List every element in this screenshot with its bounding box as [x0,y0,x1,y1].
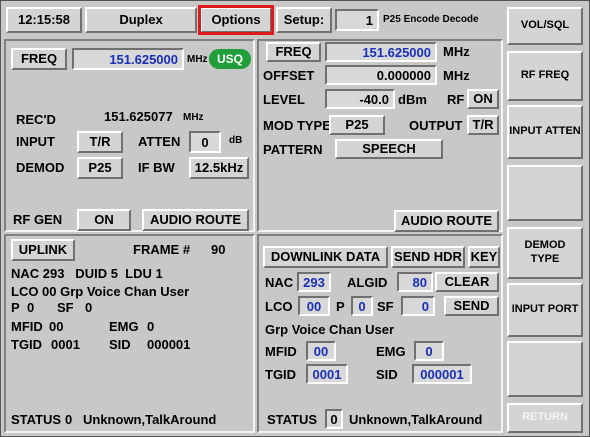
dl-algid-field[interactable]: 80 [397,272,433,292]
dl-lco-desc: Grp Voice Chan User [265,322,395,337]
dl-status-text: Unknown,TalkAround [349,412,483,427]
uplink-tgid-label: TGID [11,337,43,352]
uplink-mfid-value: 00 [49,319,64,334]
uplink-sf-label: SF [57,300,74,315]
uplink-mfid-label: MFID [11,319,43,334]
dl-sid-label: SID [376,367,398,382]
atten-label: ATTEN [138,134,181,149]
uplink-status-label: STATUS [11,412,62,427]
return-button[interactable]: RETURN [507,403,583,433]
rx-freq-field[interactable]: 151.625000 [72,48,184,70]
input-label: INPUT [16,134,55,149]
setup-description: P25 Encode Decode [383,14,479,25]
duplex-mode-button[interactable]: Duplex [85,7,197,33]
uplink-p-value: 0 [27,300,35,315]
ifbw-label: IF BW [138,160,175,175]
instrument-screen: 12:15:58 Duplex Options Setup: 1 P25 Enc… [0,0,590,437]
ifbw-select-button[interactable]: 12.5kHz [189,157,249,179]
level-unit: dBm [398,92,427,107]
pattern-select-button[interactable]: SPEECH [335,139,443,159]
setup-label: Setup: [276,7,332,33]
send-hdr-button[interactable]: SEND HDR [391,246,465,268]
offset-field[interactable]: 0.000000 [325,65,437,85]
level-field[interactable]: -40.0 [325,89,395,109]
recd-value: 151.625077 [104,109,173,124]
setup-number-field[interactable]: 1 [335,9,379,31]
input-port-button[interactable]: INPUT PORT [507,283,583,337]
gen-freq-button[interactable]: FREQ [266,42,321,62]
rfgen-label: RF GEN [13,212,63,227]
modtype-label: MOD TYPE [263,118,331,133]
options-button[interactable]: Options [198,5,274,35]
dl-nac-field[interactable]: 293 [297,272,331,292]
demod-select-button[interactable]: P25 [77,157,123,179]
rf-freq-button[interactable]: RF FREQ [507,51,583,101]
send-button[interactable]: SEND [444,296,499,316]
input-select-button[interactable]: T/R [77,131,123,153]
gen-freq-field[interactable]: 151.625000 [325,42,437,62]
input-atten-button[interactable]: INPUT ATTEN [507,105,583,159]
uplink-button[interactable]: UPLINK [11,239,75,261]
uplink-tgid-value: 0001 [51,337,80,352]
offset-unit: MHz [443,68,470,83]
vol-sql-button[interactable]: VOL/SQL [507,7,583,45]
dl-status-label: STATUS [267,412,318,427]
rf-label: RF [447,92,465,107]
atten-unit: dB [229,135,243,146]
dl-p-field[interactable]: 0 [351,296,373,316]
output-select-button[interactable]: T/R [467,115,499,135]
dl-mfid-field[interactable]: 00 [306,341,336,361]
gen-audio-route-button[interactable]: AUDIO ROUTE [394,210,499,232]
uplink-status-value: 0 [65,412,73,427]
time-display: 12:15:58 [6,7,82,33]
dl-lco-field[interactable]: 00 [298,296,330,316]
dl-sf-field[interactable]: 0 [401,296,435,316]
modtype-select-button[interactable]: P25 [329,115,385,135]
blank-softkey-2[interactable] [507,341,583,397]
output-label: OUTPUT [409,118,463,133]
dl-lco-label: LCO [265,299,293,314]
uplink-status-text: Unknown,TalkAround [83,412,217,427]
dl-mfid-label: MFID [265,344,297,359]
rx-freq-button[interactable]: FREQ [11,48,67,70]
uplink-sid-label: SID [109,337,131,352]
downlink-data-button[interactable]: DOWNLINK DATA [263,246,388,268]
key-button[interactable]: KEY [468,246,500,268]
uplink-lco-line: LCO 00 Grp Voice Chan User [11,284,190,299]
dl-emg-label: EMG [376,344,406,359]
recd-label: REC'D [16,112,56,127]
uplink-p-label: P [11,300,20,315]
rf-toggle-button[interactable]: ON [467,89,499,109]
demod-label: DEMOD [16,160,65,175]
blank-softkey-1[interactable] [507,165,583,221]
dl-sid-field[interactable]: 000001 [412,364,472,384]
uplink-emg-value: 0 [147,319,155,334]
dl-nac-label: NAC [265,275,294,290]
atten-field[interactable]: 0 [189,131,221,153]
dl-tgid-field[interactable]: 0001 [306,364,348,384]
dl-algid-label: ALGID [347,275,388,290]
squelch-status-badge: USQ [209,49,251,69]
gen-freq-unit: MHz [443,44,470,59]
uplink-emg-label: EMG [109,319,139,334]
demod-type-button[interactable]: DEMOD TYPE [507,227,583,279]
rfgen-toggle-button[interactable]: ON [77,209,131,231]
pattern-label: PATTERN [263,142,323,157]
frame-label: FRAME # [133,242,191,257]
level-label: LEVEL [263,92,305,107]
dl-status-field[interactable]: 0 [325,409,343,429]
uplink-nac-line: NAC 293 DUID 5 LDU 1 [11,266,163,281]
uplink-sid-value: 000001 [147,337,191,352]
clear-button[interactable]: CLEAR [435,272,499,292]
dl-emg-field[interactable]: 0 [414,341,444,361]
rx-audio-route-button[interactable]: AUDIO ROUTE [142,209,249,231]
dl-sf-label: SF [377,299,394,314]
rx-freq-unit: MHz [187,54,208,65]
frame-value: 90 [211,242,226,257]
offset-label: OFFSET [263,68,315,83]
dl-p-label: P [336,299,345,314]
recd-unit: MHz [183,112,204,123]
uplink-sf-value: 0 [85,300,93,315]
dl-tgid-label: TGID [265,367,297,382]
